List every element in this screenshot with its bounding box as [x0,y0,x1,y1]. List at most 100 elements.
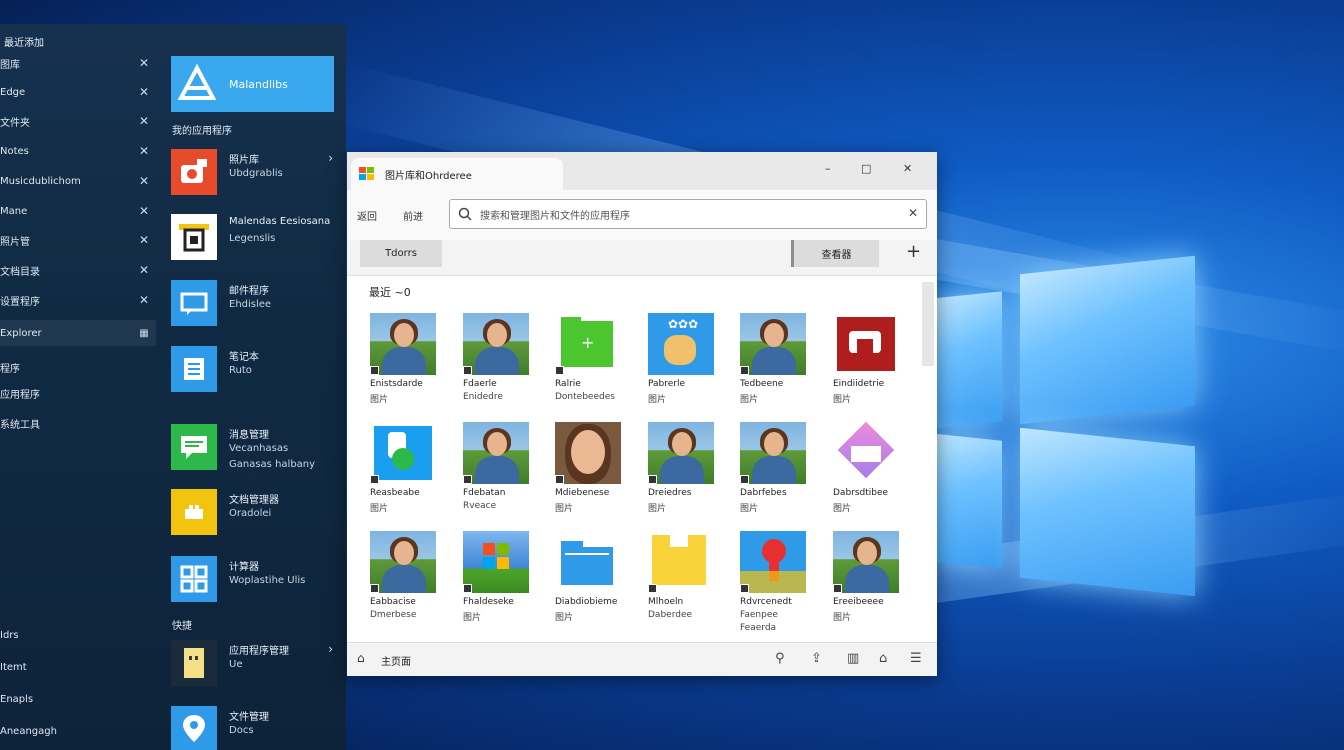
tab-active[interactable]: 图片库和Ohrderee [351,158,563,190]
file-item[interactable]: Reasbeabe 图片 [370,422,460,526]
app-list-item[interactable]: Itemt [0,662,27,673]
close-icon[interactable]: ✕ [138,263,150,277]
app-list-item[interactable]: Mane ✕ [0,198,156,224]
tile-app-manager[interactable]: 应用程序管理 Ue › [171,640,341,690]
forward-button[interactable]: 前进 [403,208,423,223]
chevron-right-icon[interactable]: › [328,151,333,165]
file-type-badge-icon [740,584,749,593]
app-list-header: 最近添加 [4,38,44,49]
file-item[interactable]: Eabbacise Dmerbese [370,531,460,635]
file-name: Dreiedres [648,488,692,498]
file-item[interactable]: ✿✿✿ Pabrerle 图片 [648,313,738,417]
close-icon[interactable]: ✕ [138,174,150,188]
app-list-item[interactable]: 系统工具 [0,416,40,431]
search-icon[interactable]: ⚲ [775,651,785,666]
app-list-item[interactable]: 文档目录 ✕ [0,257,156,283]
file-item[interactable]: Eindiidetrie 图片 [833,313,923,417]
app-list-item[interactable]: 图库 ✕ [0,50,156,76]
file-item[interactable]: Tedbeene 图片 [740,313,830,417]
tile-doc-manager[interactable]: 文档管理器 Oradolei [171,489,341,539]
close-button[interactable]: ✕ [903,162,912,175]
file-item[interactable]: Fhaldeseke 图片 [463,531,553,635]
file-subtitle: 图片 [740,395,759,405]
file-thumbnail [463,531,529,593]
scrollbar[interactable] [922,282,934,366]
close-icon[interactable]: ✕ [138,85,150,99]
close-icon[interactable]: ✕ [138,56,150,70]
file-name: Tedbeene [740,379,784,389]
file-subtitle: 图片 [833,504,852,514]
close-icon[interactable]: ✕ [138,204,150,218]
address-bar: 返回 前进 搜索和管理图片和文件的应用程序 ✕ [347,190,937,240]
close-icon[interactable]: ✕ [138,233,150,247]
file-name: Diabdiobieme [555,597,618,607]
app-list-item[interactable]: 照片管 ✕ [0,227,156,253]
tiles-view-icon[interactable]: ⌂ [879,651,887,666]
file-item[interactable]: Fdaerle Enidedre [463,313,553,417]
file-subtitle: 图片 [833,613,852,623]
details-view-icon[interactable]: ▥ [847,651,859,666]
title-bar: 图片库和Ohrderee – □ ✕ [347,152,937,190]
file-item[interactable]: Rdvrcenedt Faenpee Feaerda [740,531,830,635]
file-item[interactable]: + Ralrie Dontebeedes [555,313,645,417]
tile-photos[interactable]: 照片库 Ubdgrablis › [171,149,341,199]
maximize-button[interactable]: □ [861,162,871,175]
pin-icon[interactable]: ▦ [138,328,150,339]
app-list-item[interactable]: Musicdublichom ✕ [0,168,156,194]
camera-icon [171,149,217,195]
file-item[interactable]: Mlhoeln Daberdee [648,531,738,635]
app-list-item[interactable]: Aneangagh [0,726,57,737]
file-item[interactable]: Dreiedres 图片 [648,422,738,526]
add-icon[interactable]: + [906,242,921,262]
tile-notebook[interactable]: 笔记本 Ruto [171,346,341,396]
file-item[interactable]: Diabdiobieme 图片 [555,531,645,635]
file-subtitle: 图片 [463,613,482,623]
minimize-button[interactable]: – [825,162,831,175]
home-icon[interactable]: ⌂ [357,651,365,665]
tile-file-manager[interactable]: 文件管理 Docs [171,706,341,750]
app-list-item-selected[interactable]: Explorer ▦ [0,320,156,346]
app-list-item[interactable]: 应用程序 [0,386,40,401]
file-subtitle: Rveace [463,501,497,511]
tile-mail[interactable]: 邮件程序 Ehdislee [171,280,341,330]
tile-documents[interactable]: Malendas Eesiosana Legenslis [171,214,341,264]
app-list-item[interactable]: Idrs [0,630,19,641]
hero-tile[interactable]: Malandlibs [171,56,334,112]
tiles-section-title: 我的应用程序 [172,126,232,137]
file-item[interactable]: Mdiebenese 图片 [555,422,645,526]
menu-icon[interactable]: ☰ [910,651,922,666]
tile-messages[interactable]: 消息管理 Vecanhasas Ganasas halbany [171,424,341,474]
app-list-item[interactable]: Enapls [0,694,33,705]
app-list-item[interactable]: 程序 [0,360,20,375]
file-subtitle: 图片 [648,504,667,514]
chevron-right-icon[interactable]: › [328,642,333,656]
file-name: Fdaerle [463,379,497,389]
file-thumbnail [370,422,436,484]
clear-icon[interactable]: ✕ [908,206,918,220]
section-heading: 最近 ~0 [369,286,411,299]
file-item[interactable]: Enistsdarde 图片 [370,313,460,417]
back-button[interactable]: 返回 [357,208,377,223]
close-icon[interactable]: ✕ [138,114,150,128]
tab-title: 图片库和Ohrderee [385,170,472,182]
file-grid: 最近 ~0 Enistsdarde 图片 Fdaerle Enidedre + Ralri… [347,276,937,642]
file-subtitle: 图片 [370,504,389,514]
search-input[interactable]: 搜索和管理图片和文件的应用程序 ✕ [449,199,927,229]
close-icon[interactable]: ✕ [138,293,150,307]
file-name: Reasbeabe [370,488,420,498]
app-list-item[interactable]: Notes ✕ [0,138,156,164]
file-item[interactable]: Dabrsdtibee 图片 [833,422,923,526]
file-name: Rdvrcenedt [740,597,792,607]
app-list-item[interactable]: 设置程序 ✕ [0,287,156,313]
file-thumbnail [648,422,714,484]
close-icon[interactable]: ✕ [138,144,150,158]
upload-icon[interactable]: ⇪ [811,651,822,666]
tile-calculator[interactable]: 计算器 Woplastihe Ulis [171,556,341,606]
file-item[interactable]: Fdebatan Rveace [463,422,553,526]
file-item[interactable]: Ereeibeeee 图片 [833,531,923,635]
app-list-item[interactable]: 文件夹 ✕ [0,108,156,134]
toolbar-button-left[interactable]: Tdorrs [360,240,442,267]
toolbar-button-viewer[interactable]: 查看器 [791,240,879,267]
file-item[interactable]: Dabrfebes 图片 [740,422,830,526]
app-list-item[interactable]: Edge ✕ [0,79,156,105]
